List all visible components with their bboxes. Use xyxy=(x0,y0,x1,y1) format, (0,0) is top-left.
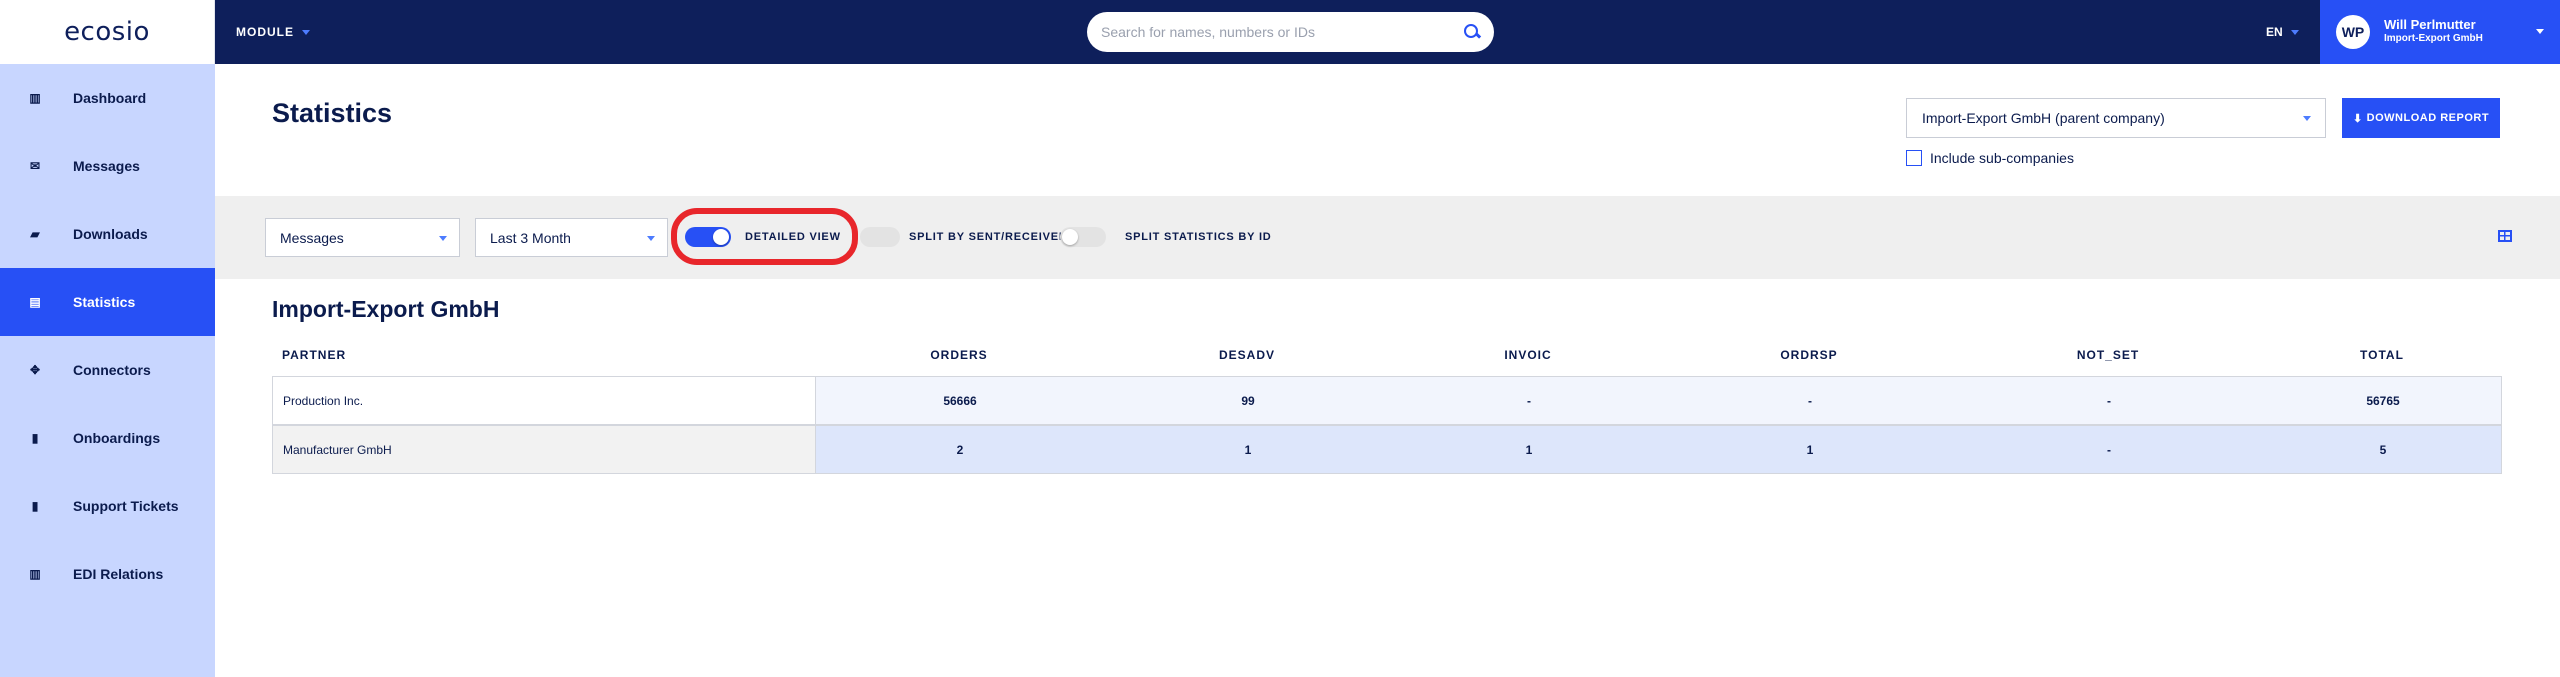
download-report-button[interactable]: ⬇ DOWNLOAD REPORT xyxy=(2342,98,2500,138)
company-select[interactable]: Import-Export GmbH (parent company) xyxy=(1906,98,2326,138)
column-header-orders: ORDERS xyxy=(930,348,988,362)
sidebar-item-label: Statistics xyxy=(73,294,136,310)
chevron-down-icon xyxy=(2290,29,2299,35)
bar-chart-icon: ▥ xyxy=(29,567,41,581)
value-cell: - xyxy=(2107,442,2111,457)
include-subcompanies-label: Include sub-companies xyxy=(1930,150,2074,166)
connectors-icon: ✥ xyxy=(29,363,41,377)
column-header-invoic: INVOIC xyxy=(1504,348,1552,362)
split-by-id-toggle[interactable] xyxy=(1060,227,1106,247)
chevron-down-icon xyxy=(439,236,447,241)
download-report-label: DOWNLOAD REPORT xyxy=(2366,112,2490,124)
chevron-down-icon xyxy=(302,29,310,35)
table-row[interactable]: Manufacturer GmbH 2 1 1 1 - 5 xyxy=(272,425,2502,474)
sidebar-item-label: Downloads xyxy=(73,226,148,242)
period-select[interactable]: Last 3 Month xyxy=(475,218,668,257)
partner-cell: Manufacturer GmbH xyxy=(273,426,816,473)
chevron-down-icon xyxy=(2536,29,2544,34)
user-company: Import-Export GmbH xyxy=(2384,33,2483,44)
clipboard-list-icon: ▮ xyxy=(31,499,39,513)
language-label: EN xyxy=(2266,25,2283,39)
language-select[interactable]: EN xyxy=(2266,0,2299,64)
value-cell: - xyxy=(1527,393,1531,408)
sidebar-item-edi-relations[interactable]: ▥ EDI Relations xyxy=(0,540,215,608)
sidebar-item-messages[interactable]: ✉ Messages xyxy=(0,132,215,200)
sidebar-item-onboardings[interactable]: ▮ Onboardings xyxy=(0,404,215,472)
value-cell: 1 xyxy=(1244,442,1252,457)
column-header-not-set: NOT_SET xyxy=(2076,348,2140,362)
value-cell: 1 xyxy=(1525,442,1533,457)
sidebar-item-label: Messages xyxy=(73,158,140,174)
filter-bar: Messages Last 3 Month DETAILED VIEW SPLI… xyxy=(215,196,2560,279)
logo-text: ecosio xyxy=(64,17,150,47)
message-type-select[interactable]: Messages xyxy=(265,218,460,257)
sidebar-item-support-tickets[interactable]: ▮ Support Tickets xyxy=(0,472,215,540)
split-sent-received-toggle[interactable] xyxy=(860,227,900,247)
module-menu[interactable]: MODULE xyxy=(236,0,310,64)
column-header-ordrsp: ORDRSP xyxy=(1780,348,1838,362)
sidebar: ▥ Dashboard ✉ Messages ▰ Downloads ▤ Statistics… xyxy=(0,64,215,677)
value-cell: 56666 xyxy=(943,393,977,408)
table-header: PARTNER ORDERS DESADV INVOIC ORDRSP NOT_SET TO… xyxy=(272,340,2502,370)
value-cell: 99 xyxy=(1241,393,1255,408)
chevron-down-icon xyxy=(2303,116,2311,121)
download-icon: ⬇ xyxy=(2352,112,2363,125)
page-title: Statistics xyxy=(272,98,393,128)
column-header-total: TOTAL xyxy=(2360,348,2404,362)
include-subcompanies-checkbox[interactable] xyxy=(1906,150,1922,166)
column-header-desadv: DESADV xyxy=(1218,348,1275,362)
sidebar-item-downloads[interactable]: ▰ Downloads xyxy=(0,200,215,268)
top-bar: ecosio MODULE EN WP Will Perlmutter Impo… xyxy=(0,0,2560,64)
table-view-icon[interactable] xyxy=(2498,230,2512,242)
value-cell: 56765 xyxy=(2366,393,2400,408)
sidebar-item-label: Dashboard xyxy=(73,90,147,106)
sidebar-item-connectors[interactable]: ✥ Connectors xyxy=(0,336,215,404)
value-cell: 5 xyxy=(2379,442,2387,457)
detailed-view-highlight xyxy=(671,208,858,265)
split-sent-received-label: SPLIT BY SENT/RECEIVED xyxy=(909,231,1068,243)
bar-chart-icon: ▥ xyxy=(29,91,41,105)
value-cell: - xyxy=(1808,393,1812,408)
message-type-value: Messages xyxy=(280,229,344,246)
search-bar xyxy=(1087,12,1494,52)
value-cell: - xyxy=(2107,393,2111,408)
list-alt-icon: ▤ xyxy=(29,295,41,309)
table-row[interactable]: Production Inc. 56666 99 - - - 56765 xyxy=(272,376,2502,425)
sidebar-item-label: Connectors xyxy=(73,362,151,378)
user-menu[interactable]: WP Will Perlmutter Import-Export GmbH xyxy=(2320,0,2560,64)
include-subcompanies: Include sub-companies xyxy=(1906,150,2074,166)
split-by-id-label: SPLIT STATISTICS BY ID xyxy=(1125,231,1272,243)
value-cell: 2 xyxy=(956,442,964,457)
clipboard-icon: ▮ xyxy=(31,431,39,445)
user-name: Will Perlmutter xyxy=(2384,17,2476,32)
search-input[interactable] xyxy=(1101,24,1464,40)
envelope-icon: ✉ xyxy=(29,159,41,173)
value-cell: 1 xyxy=(1806,442,1814,457)
sidebar-item-dashboard[interactable]: ▥ Dashboard xyxy=(0,64,215,132)
partner-cell: Production Inc. xyxy=(273,377,816,424)
company-select-value: Import-Export GmbH (parent company) xyxy=(1922,110,2165,126)
search-icon[interactable] xyxy=(1464,24,1480,40)
column-header-partner: PARTNER xyxy=(282,348,347,362)
sidebar-item-label: EDI Relations xyxy=(73,566,164,582)
folder-open-icon: ▰ xyxy=(30,227,40,241)
section-title: Import-Export GmbH xyxy=(272,296,500,322)
avatar: WP xyxy=(2336,15,2370,49)
module-label: MODULE xyxy=(236,25,294,39)
sidebar-item-statistics[interactable]: ▤ Statistics xyxy=(0,268,215,336)
chevron-down-icon xyxy=(647,236,655,241)
logo[interactable]: ecosio xyxy=(0,0,215,64)
sidebar-item-label: Onboardings xyxy=(73,430,161,446)
sidebar-item-label: Support Tickets xyxy=(73,498,179,514)
period-value: Last 3 Month xyxy=(490,229,571,246)
